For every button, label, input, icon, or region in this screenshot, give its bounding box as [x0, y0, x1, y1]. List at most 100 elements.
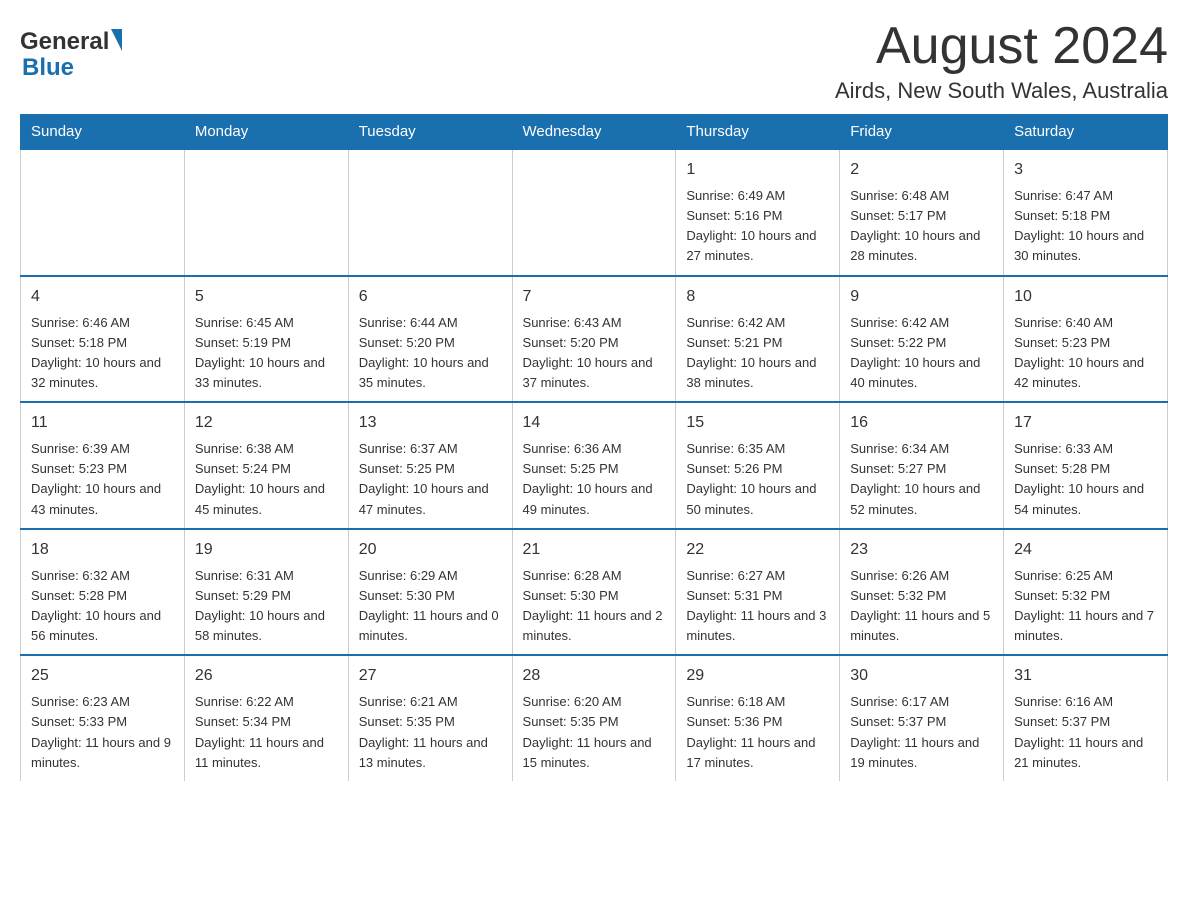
calendar-cell-1-3: 7Sunrise: 6:43 AMSunset: 5:20 PMDaylight… — [512, 276, 676, 403]
calendar-table: SundayMondayTuesdayWednesdayThursdayFrid… — [20, 114, 1168, 781]
calendar-cell-1-5: 9 Sunrise: 6:42 AMSunset: 5:22 PMDaylight… — [840, 276, 1004, 403]
day-number: 19 — [195, 538, 338, 562]
day-number: 23 — [850, 538, 993, 562]
day-info: Sunrise: 6:25 AMSunset: 5:32 PMDaylight:… — [1014, 566, 1157, 647]
calendar-cell-3-1: 19 Sunrise: 6:31 AMSunset: 5:29 PMDayligh… — [184, 529, 348, 656]
day-number: 5 — [195, 285, 338, 309]
day-number: 31 — [1014, 664, 1157, 688]
day-number: 20 — [359, 538, 502, 562]
day-number: 28 — [523, 664, 666, 688]
header-saturday: Saturday — [1004, 115, 1168, 150]
day-number: 18 — [31, 538, 174, 562]
week-row-5: 25 Sunrise: 6:23 AMSunset: 5:33 PMDayligh… — [21, 655, 1168, 781]
day-info: Sunrise: 6:42 AMSunset: 5:22 PMDaylight:… — [850, 313, 993, 394]
day-info: Sunrise: 6:26 AMSunset: 5:32 PMDaylight:… — [850, 566, 993, 647]
day-info: Sunrise: 6:17 AMSunset: 5:37 PMDaylight:… — [850, 692, 993, 773]
calendar-cell-2-6: 17 Sunrise: 6:33 AMSunset: 5:28 PMDayligh… — [1004, 402, 1168, 529]
calendar-cell-4-1: 26 Sunrise: 6:22 AMSunset: 5:34 PMDayligh… — [184, 655, 348, 781]
calendar-cell-0-3 — [512, 149, 676, 276]
day-number: 6 — [359, 285, 502, 309]
calendar-header-row: SundayMondayTuesdayWednesdayThursdayFrid… — [21, 115, 1168, 150]
calendar-cell-3-4: 22Sunrise: 6:27 AMSunset: 5:31 PMDayligh… — [676, 529, 840, 656]
calendar-cell-3-0: 18 Sunrise: 6:32 AMSunset: 5:28 PMDayligh… — [21, 529, 185, 656]
calendar-cell-1-2: 6 Sunrise: 6:44 AMSunset: 5:20 PMDaylight… — [348, 276, 512, 403]
day-info: Sunrise: 6:34 AMSunset: 5:27 PMDaylight:… — [850, 439, 993, 520]
day-info: Sunrise: 6:49 AMSunset: 5:16 PMDaylight:… — [686, 186, 829, 267]
day-number: 1 — [686, 158, 829, 182]
day-number: 13 — [359, 411, 502, 435]
day-number: 2 — [850, 158, 993, 182]
page-header: General Blue August 2024 Airds, New Sout… — [20, 20, 1168, 104]
location-title: Airds, New South Wales, Australia — [835, 78, 1168, 104]
day-number: 24 — [1014, 538, 1157, 562]
calendar-cell-2-0: 11 Sunrise: 6:39 AMSunset: 5:23 PMDayligh… — [21, 402, 185, 529]
day-info: Sunrise: 6:39 AMSunset: 5:23 PMDaylight:… — [31, 439, 174, 520]
calendar-cell-1-1: 5 Sunrise: 6:45 AMSunset: 5:19 PMDaylight… — [184, 276, 348, 403]
day-number: 14 — [523, 411, 666, 435]
logo-blue-text: Blue — [22, 54, 122, 82]
day-number: 3 — [1014, 158, 1157, 182]
day-info: Sunrise: 6:28 AMSunset: 5:30 PMDaylight:… — [523, 566, 666, 647]
calendar-cell-0-5: 2 Sunrise: 6:48 AMSunset: 5:17 PMDaylight… — [840, 149, 1004, 276]
day-info: Sunrise: 6:33 AMSunset: 5:28 PMDaylight:… — [1014, 439, 1157, 520]
day-number: 10 — [1014, 285, 1157, 309]
day-info: Sunrise: 6:20 AMSunset: 5:35 PMDaylight:… — [523, 692, 666, 773]
calendar-cell-4-6: 31 Sunrise: 6:16 AMSunset: 5:37 PMDayligh… — [1004, 655, 1168, 781]
day-number: 11 — [31, 411, 174, 435]
calendar-cell-0-0 — [21, 149, 185, 276]
calendar-cell-2-3: 14Sunrise: 6:36 AMSunset: 5:25 PMDayligh… — [512, 402, 676, 529]
logo-general-text: General — [20, 28, 109, 56]
calendar-cell-3-5: 23 Sunrise: 6:26 AMSunset: 5:32 PMDayligh… — [840, 529, 1004, 656]
day-number: 16 — [850, 411, 993, 435]
calendar-cell-3-2: 20 Sunrise: 6:29 AMSunset: 5:30 PMDayligh… — [348, 529, 512, 656]
day-number: 4 — [31, 285, 174, 309]
calendar-cell-2-2: 13 Sunrise: 6:37 AMSunset: 5:25 PMDayligh… — [348, 402, 512, 529]
calendar-cell-3-6: 24 Sunrise: 6:25 AMSunset: 5:32 PMDayligh… — [1004, 529, 1168, 656]
day-info: Sunrise: 6:40 AMSunset: 5:23 PMDaylight:… — [1014, 313, 1157, 394]
day-info: Sunrise: 6:44 AMSunset: 5:20 PMDaylight:… — [359, 313, 502, 394]
day-info: Sunrise: 6:31 AMSunset: 5:29 PMDaylight:… — [195, 566, 338, 647]
calendar-cell-2-4: 15Sunrise: 6:35 AMSunset: 5:26 PMDayligh… — [676, 402, 840, 529]
day-info: Sunrise: 6:18 AMSunset: 5:36 PMDaylight:… — [686, 692, 829, 773]
logo-arrow-icon — [111, 29, 122, 51]
calendar-cell-1-0: 4 Sunrise: 6:46 AMSunset: 5:18 PMDaylight… — [21, 276, 185, 403]
day-info: Sunrise: 6:16 AMSunset: 5:37 PMDaylight:… — [1014, 692, 1157, 773]
day-number: 27 — [359, 664, 502, 688]
day-number: 30 — [850, 664, 993, 688]
day-info: Sunrise: 6:35 AMSunset: 5:26 PMDaylight:… — [686, 439, 829, 520]
day-number: 9 — [850, 285, 993, 309]
calendar-cell-4-3: 28 Sunrise: 6:20 AMSunset: 5:35 PMDayligh… — [512, 655, 676, 781]
calendar-cell-4-2: 27Sunrise: 6:21 AMSunset: 5:35 PMDayligh… — [348, 655, 512, 781]
header-thursday: Thursday — [676, 115, 840, 150]
day-number: 17 — [1014, 411, 1157, 435]
day-number: 29 — [686, 664, 829, 688]
day-info: Sunrise: 6:48 AMSunset: 5:17 PMDaylight:… — [850, 186, 993, 267]
calendar-cell-1-6: 10 Sunrise: 6:40 AMSunset: 5:23 PMDayligh… — [1004, 276, 1168, 403]
day-number: 26 — [195, 664, 338, 688]
day-info: Sunrise: 6:32 AMSunset: 5:28 PMDaylight:… — [31, 566, 174, 647]
day-info: Sunrise: 6:22 AMSunset: 5:34 PMDaylight:… — [195, 692, 338, 773]
day-info: Sunrise: 6:37 AMSunset: 5:25 PMDaylight:… — [359, 439, 502, 520]
week-row-2: 4 Sunrise: 6:46 AMSunset: 5:18 PMDaylight… — [21, 276, 1168, 403]
day-number: 25 — [31, 664, 174, 688]
day-info: Sunrise: 6:42 AMSunset: 5:21 PMDaylight:… — [686, 313, 829, 394]
logo: General Blue — [20, 20, 122, 82]
week-row-4: 18 Sunrise: 6:32 AMSunset: 5:28 PMDayligh… — [21, 529, 1168, 656]
day-info: Sunrise: 6:29 AMSunset: 5:30 PMDaylight:… — [359, 566, 502, 647]
day-info: Sunrise: 6:45 AMSunset: 5:19 PMDaylight:… — [195, 313, 338, 394]
calendar-cell-0-6: 3 Sunrise: 6:47 AMSunset: 5:18 PMDaylight… — [1004, 149, 1168, 276]
day-number: 22 — [686, 538, 829, 562]
day-info: Sunrise: 6:47 AMSunset: 5:18 PMDaylight:… — [1014, 186, 1157, 267]
title-block: August 2024 Airds, New South Wales, Aust… — [835, 20, 1168, 104]
day-info: Sunrise: 6:46 AMSunset: 5:18 PMDaylight:… — [31, 313, 174, 394]
calendar-cell-4-0: 25 Sunrise: 6:23 AMSunset: 5:33 PMDayligh… — [21, 655, 185, 781]
month-title: August 2024 — [835, 20, 1168, 72]
calendar-cell-3-3: 21Sunrise: 6:28 AMSunset: 5:30 PMDayligh… — [512, 529, 676, 656]
calendar-cell-4-5: 30 Sunrise: 6:17 AMSunset: 5:37 PMDayligh… — [840, 655, 1004, 781]
day-info: Sunrise: 6:23 AMSunset: 5:33 PMDaylight:… — [31, 692, 174, 773]
calendar-cell-4-4: 29 Sunrise: 6:18 AMSunset: 5:36 PMDayligh… — [676, 655, 840, 781]
header-friday: Friday — [840, 115, 1004, 150]
header-wednesday: Wednesday — [512, 115, 676, 150]
header-tuesday: Tuesday — [348, 115, 512, 150]
header-sunday: Sunday — [21, 115, 185, 150]
